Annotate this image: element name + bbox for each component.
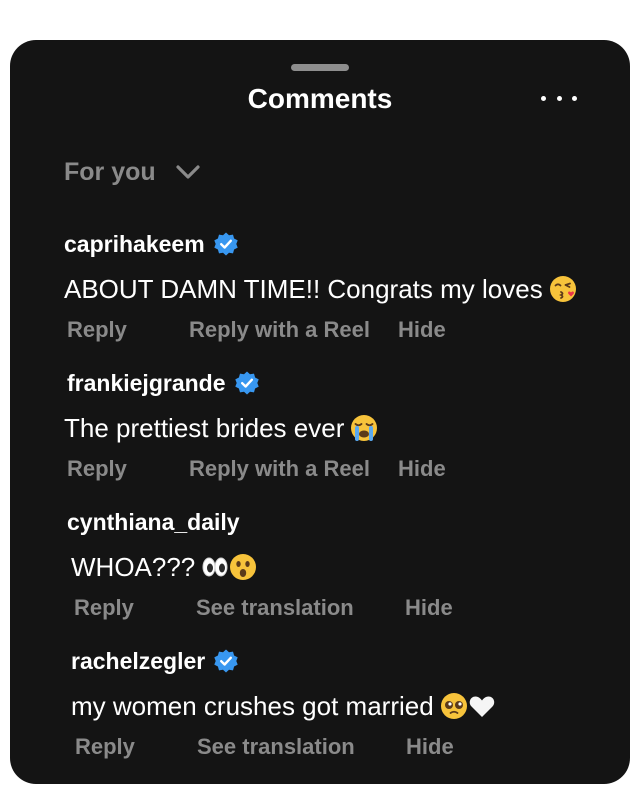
comment-username[interactable]: caprihakeem [64, 231, 205, 258]
eyes-icon [202, 557, 228, 577]
hide-button[interactable]: Hide [405, 595, 453, 621]
comment-item: caprihakeem ABOUT DAMN TIME!! Congrats m… [64, 230, 577, 345]
comment-username[interactable]: rachelzegler [71, 648, 205, 675]
drag-handle[interactable] [291, 64, 349, 71]
pleading-face-icon [440, 693, 467, 719]
comment-username[interactable]: cynthiana_daily [67, 509, 240, 536]
comment-text: my women crushes got married [71, 690, 434, 721]
see-translation-button[interactable]: See translation [196, 595, 354, 621]
comment-item: cynthiana_daily WHOA??? Reply See transl… [67, 508, 453, 623]
sheet-title: Comments [247, 83, 393, 114]
comment-sort-label: For you [64, 157, 156, 186]
hide-button[interactable]: Hide [398, 456, 446, 482]
comment-text: The prettiest brides ever [64, 412, 345, 443]
comment-item: rachelzegler my women crushes got marrie… [71, 647, 496, 762]
verified-badge-icon [214, 649, 238, 673]
reply-button[interactable]: Reply [74, 595, 134, 621]
more-options-icon[interactable] [541, 96, 577, 104]
loudly-crying-face-icon [351, 415, 378, 441]
hide-button[interactable]: Hide [398, 317, 446, 343]
reply-button[interactable]: Reply [67, 456, 127, 482]
reply-with-reel-button[interactable]: Reply with a Reel [189, 317, 370, 343]
reply-button[interactable]: Reply [67, 317, 127, 343]
comment-text: WHOA??? [71, 551, 196, 582]
chevron-down-icon [176, 165, 200, 179]
comment-sort-dropdown[interactable]: For you [64, 155, 201, 189]
comment-item: frankiejgrande The prettiest brides ever… [64, 369, 446, 484]
reply-with-reel-button[interactable]: Reply with a Reel [189, 456, 370, 482]
reply-button[interactable]: Reply [75, 734, 135, 760]
see-translation-button[interactable]: See translation [197, 734, 355, 760]
comment-text: ABOUT DAMN TIME!! Congrats my loves [64, 273, 543, 304]
comment-username[interactable]: frankiejgrande [67, 370, 226, 397]
white-heart-icon [469, 696, 494, 717]
verified-badge-icon [213, 232, 238, 256]
comments-sheet: Comments For you caprihakeem ABOUT DAMN … [10, 40, 630, 784]
hide-button[interactable]: Hide [406, 734, 454, 760]
verified-badge-icon [234, 371, 259, 395]
face-blowing-kiss-icon [549, 276, 576, 302]
astonished-face-icon [230, 554, 257, 580]
